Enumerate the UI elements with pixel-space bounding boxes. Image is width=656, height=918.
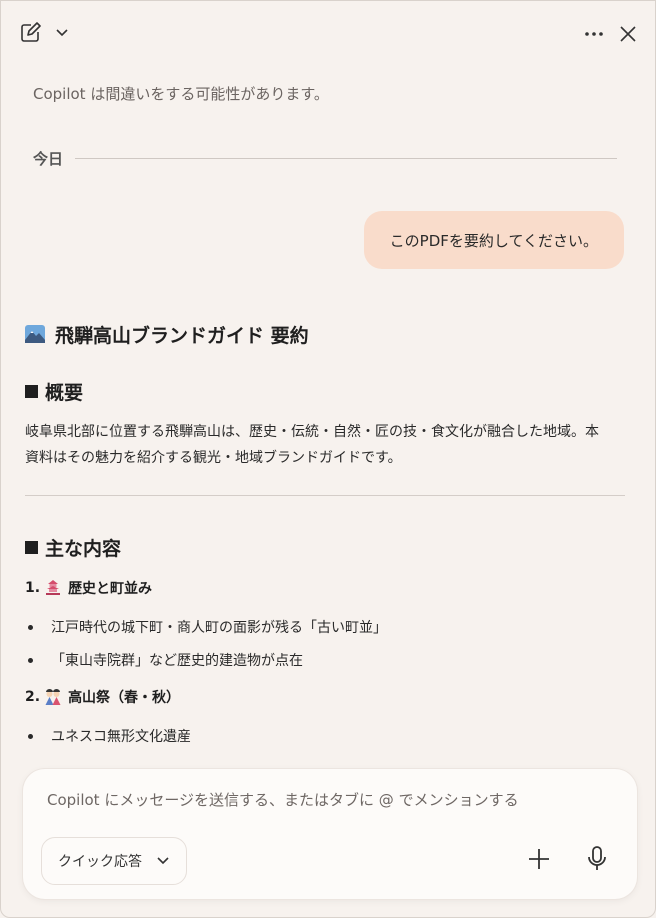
list-item-text: ユネスコ無形文化遺産 [51,729,191,745]
microphone-icon [588,846,606,870]
numbered-item: 1. 歴史と町並み [25,577,152,599]
response-mode-dropdown[interactable]: クイック応答 [41,837,187,885]
overview-paragraph: 岐阜県北部に位置する飛騨高山は、歴史・伝統・自然・匠の技・食文化が融合した地域。… [25,419,629,471]
date-divider: 今日 [33,146,617,170]
overview-line: 資料はその魅力を紹介する観光・地域ブランドガイドです。 [25,450,402,466]
message-input[interactable] [45,787,619,813]
add-attachment-button[interactable] [521,841,557,877]
new-chat-dropdown[interactable] [51,21,73,45]
bullet-dot [28,733,33,739]
section-heading-text: 概要 [45,381,84,404]
new-chat-button[interactable] [15,18,45,48]
message-composer: クイック応答 [23,769,637,899]
list-item: 江戸時代の城下町・商人町の面影が残る「古い町並」 [25,616,387,638]
close-icon [620,26,636,42]
chevron-down-icon [56,29,68,37]
section-heading-overview: 概要 [25,377,83,405]
response-title-text: 飛騨高山ブランドガイド 要約 [55,324,309,347]
section-divider [25,495,625,496]
close-button[interactable] [613,19,643,49]
microphone-button[interactable] [579,841,615,877]
more-options-button[interactable] [579,19,609,49]
user-message-text: このPDFを要約してください。 [389,231,598,250]
dolls-emoji-icon [45,689,61,705]
item-label: 歴史と町並み [68,581,153,597]
disclaimer-text: Copilot は間違いをする可能性があります。 [33,85,329,103]
list-item: ユネスコ無形文化遺産 [25,725,191,747]
numbered-item: 2. 高山祭（春・秋） [25,686,180,708]
bullet-dot [28,657,33,663]
overview-line: 岐阜県北部に位置する飛騨高山は、歴史・伝統・自然・匠の技・食文化が融合した地域。… [25,424,599,440]
square-bullet-icon [25,540,38,554]
item-number: 2. [25,689,41,705]
bullet-dot [28,624,33,630]
item-label: 高山祭（春・秋） [68,690,181,706]
plus-icon [529,849,549,869]
response-mode-label: クイック応答 [58,854,142,870]
mountain-emoji-icon [25,325,45,343]
list-item-text: 「東山寺院群」など歴史的建造物が点在 [51,653,303,669]
section-heading-contents: 主な内容 [25,533,121,561]
item-number: 1. [25,580,41,596]
response-title: 飛騨高山ブランドガイド 要約 [25,319,309,349]
user-message-bubble: このPDFを要約してください。 [363,211,624,269]
top-bar [1,1,655,65]
pagoda-emoji-icon [46,580,61,595]
list-item-text: 江戸時代の城下町・商人町の面影が残る「古い町並」 [51,620,387,636]
square-bullet-icon [25,384,38,398]
divider-line [75,157,617,159]
compose-icon [21,22,41,42]
copilot-panel: Copilot は間違いをする可能性があります。 今日 このPDFを要約してくだ… [0,0,656,918]
list-item: 「東山寺院群」など歴史的建造物が点在 [25,649,303,671]
more-horizontal-icon [585,32,603,36]
chevron-down-icon [157,857,169,865]
date-label: 今日 [33,149,64,168]
section-heading-text: 主な内容 [45,537,122,560]
